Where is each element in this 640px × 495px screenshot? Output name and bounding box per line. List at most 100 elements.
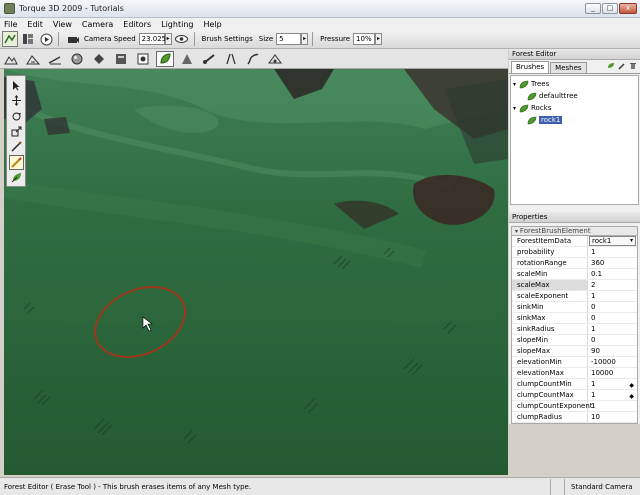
tree-node-trees[interactable]: ▾ Trees — [513, 78, 636, 90]
pressure-arrow-icon[interactable]: ▸ — [375, 33, 383, 45]
brush-group-leaf-icon — [519, 80, 529, 88]
road-editor-icon[interactable] — [222, 51, 240, 67]
select-arrow-icon[interactable] — [9, 78, 24, 92]
property-key: sinkMax — [512, 313, 588, 323]
tree-label-rocks: Rocks — [531, 104, 552, 112]
terrain-editor-icon[interactable] — [2, 51, 20, 67]
3d-viewport[interactable] — [4, 69, 508, 475]
scale-icon[interactable] — [9, 124, 24, 138]
tree-node-rock1[interactable]: rock1 — [513, 114, 636, 126]
property-section-header[interactable]: ▾ ForestBrushElement — [511, 226, 638, 236]
erase-brush-icon[interactable] — [8, 155, 24, 170]
shape-editor-icon[interactable] — [178, 51, 196, 67]
mesh-road-editor-icon[interactable] — [266, 51, 284, 67]
property-value[interactable]: 0 — [588, 302, 637, 312]
property-row: scaleExponent 1 — [512, 291, 637, 302]
menu-editors[interactable]: Editors — [123, 20, 151, 29]
property-value[interactable]: 1 — [588, 401, 637, 411]
eye-icon[interactable] — [174, 31, 190, 47]
app-icon — [4, 3, 15, 14]
particle-editor-icon[interactable] — [134, 51, 152, 67]
property-key: scaleMin — [512, 269, 588, 279]
datablock-editor-icon[interactable] — [112, 51, 130, 67]
property-value[interactable]: 10000 — [588, 368, 637, 378]
tree-node-rocks[interactable]: ▾ Rocks — [513, 102, 636, 114]
move-icon[interactable] — [9, 93, 24, 107]
property-value[interactable]: 2 — [588, 280, 637, 290]
property-value[interactable]: -10000 — [588, 357, 637, 367]
property-value[interactable]: 1 ◆ — [588, 379, 637, 389]
terrain-material-icon[interactable] — [46, 51, 64, 67]
property-row: ForestItemData rock1 ▾ — [512, 236, 637, 247]
property-key: clumpCountMax — [512, 390, 588, 400]
toolbar-separator — [58, 32, 59, 46]
property-row: slopeMin 0 — [512, 335, 637, 346]
maximize-button[interactable]: □ — [602, 3, 618, 14]
forest-editor-icon[interactable] — [156, 50, 174, 67]
decal-editor-icon[interactable] — [200, 51, 218, 67]
menu-lighting[interactable]: Lighting — [161, 20, 193, 29]
brush-group-leaf-icon — [519, 104, 529, 112]
property-row: sinkMax 0 — [512, 313, 637, 324]
tab-meshes[interactable]: Meshes — [550, 62, 587, 73]
camera-speed-arrow-icon[interactable]: ▸ — [164, 33, 172, 45]
property-value[interactable]: rock1 ▾ — [588, 236, 637, 246]
size-input[interactable]: 5 — [276, 33, 302, 45]
close-button[interactable]: x — [619, 3, 637, 14]
world-editor-icon[interactable] — [2, 31, 18, 47]
paint-brush-icon[interactable] — [9, 140, 24, 154]
property-row: clumpCountExponent 1 — [512, 401, 637, 412]
new-brush-icon[interactable] — [618, 62, 626, 70]
menu-edit[interactable]: Edit — [27, 20, 43, 29]
brush-tree: ▾ Trees defaulttree ▾ Rocks rock1 — [510, 75, 639, 205]
property-value[interactable]: 90 — [588, 346, 637, 356]
property-key: slopeMin — [512, 335, 588, 345]
camera-icon[interactable] — [65, 31, 81, 47]
dropdown-arrow-icon[interactable]: ▾ — [630, 237, 633, 245]
menu-camera[interactable]: Camera — [82, 20, 113, 29]
gui-editor-icon[interactable] — [20, 31, 36, 47]
rotate-icon[interactable] — [9, 109, 24, 123]
minimize-button[interactable]: _ — [585, 3, 601, 14]
new-group-icon[interactable] — [607, 62, 615, 70]
property-value[interactable]: 1 — [588, 247, 637, 257]
tree-label-trees: Trees — [531, 80, 550, 88]
clump-count-min-value[interactable]: 1 — [591, 380, 595, 388]
menu-help[interactable]: Help — [203, 20, 221, 29]
tree-label-rock1: rock1 — [539, 116, 563, 124]
toolbar-separator — [312, 32, 314, 46]
forest-item-dropdown[interactable]: rock1 — [592, 237, 611, 245]
delete-icon[interactable] — [629, 62, 637, 70]
property-key: sinkRadius — [512, 324, 588, 334]
erase-selected-icon[interactable] — [9, 171, 24, 185]
camera-mode-status[interactable]: Standard Camera — [564, 478, 640, 495]
material-editor-icon[interactable] — [68, 51, 86, 67]
section-label: ForestBrushElement — [519, 227, 591, 235]
property-value[interactable]: 1 — [588, 324, 637, 334]
terrain-scene[interactable] — [4, 69, 508, 475]
sketch-tool-icon[interactable] — [90, 51, 108, 67]
property-value[interactable]: 360 — [588, 258, 637, 268]
river-editor-icon[interactable] — [244, 51, 262, 67]
property-grid: ForestItemData rock1 ▾ probability 1 rotati… — [511, 236, 638, 424]
property-value[interactable]: 0.1 — [588, 269, 637, 279]
pressure-input[interactable]: 10% — [353, 33, 376, 45]
menu-file[interactable]: File — [4, 20, 17, 29]
menu-view[interactable]: View — [53, 20, 72, 29]
terrain-painter-icon[interactable] — [24, 51, 42, 67]
property-value[interactable]: 0 — [588, 313, 637, 323]
camera-speed-input[interactable]: 23.025 — [138, 33, 166, 45]
clump-count-max-value[interactable]: 1 — [591, 391, 595, 399]
property-value[interactable]: 1 ◆ — [588, 390, 637, 400]
play-icon[interactable] — [38, 31, 54, 47]
property-value[interactable]: 0 — [588, 335, 637, 345]
status-cell-empty — [550, 478, 564, 495]
tab-brushes[interactable]: Brushes — [511, 61, 550, 73]
title-bar: Torque 3D 2009 - Tutorials _ □ x — [0, 0, 640, 18]
property-key: clumpCountMin — [512, 379, 588, 389]
tree-node-defaulttree[interactable]: defaulttree — [513, 90, 636, 102]
property-value[interactable]: 1 — [588, 291, 637, 301]
size-arrow-icon[interactable]: ▸ — [301, 33, 309, 45]
property-value[interactable]: 10 — [588, 412, 637, 422]
property-key: probability — [512, 247, 588, 257]
